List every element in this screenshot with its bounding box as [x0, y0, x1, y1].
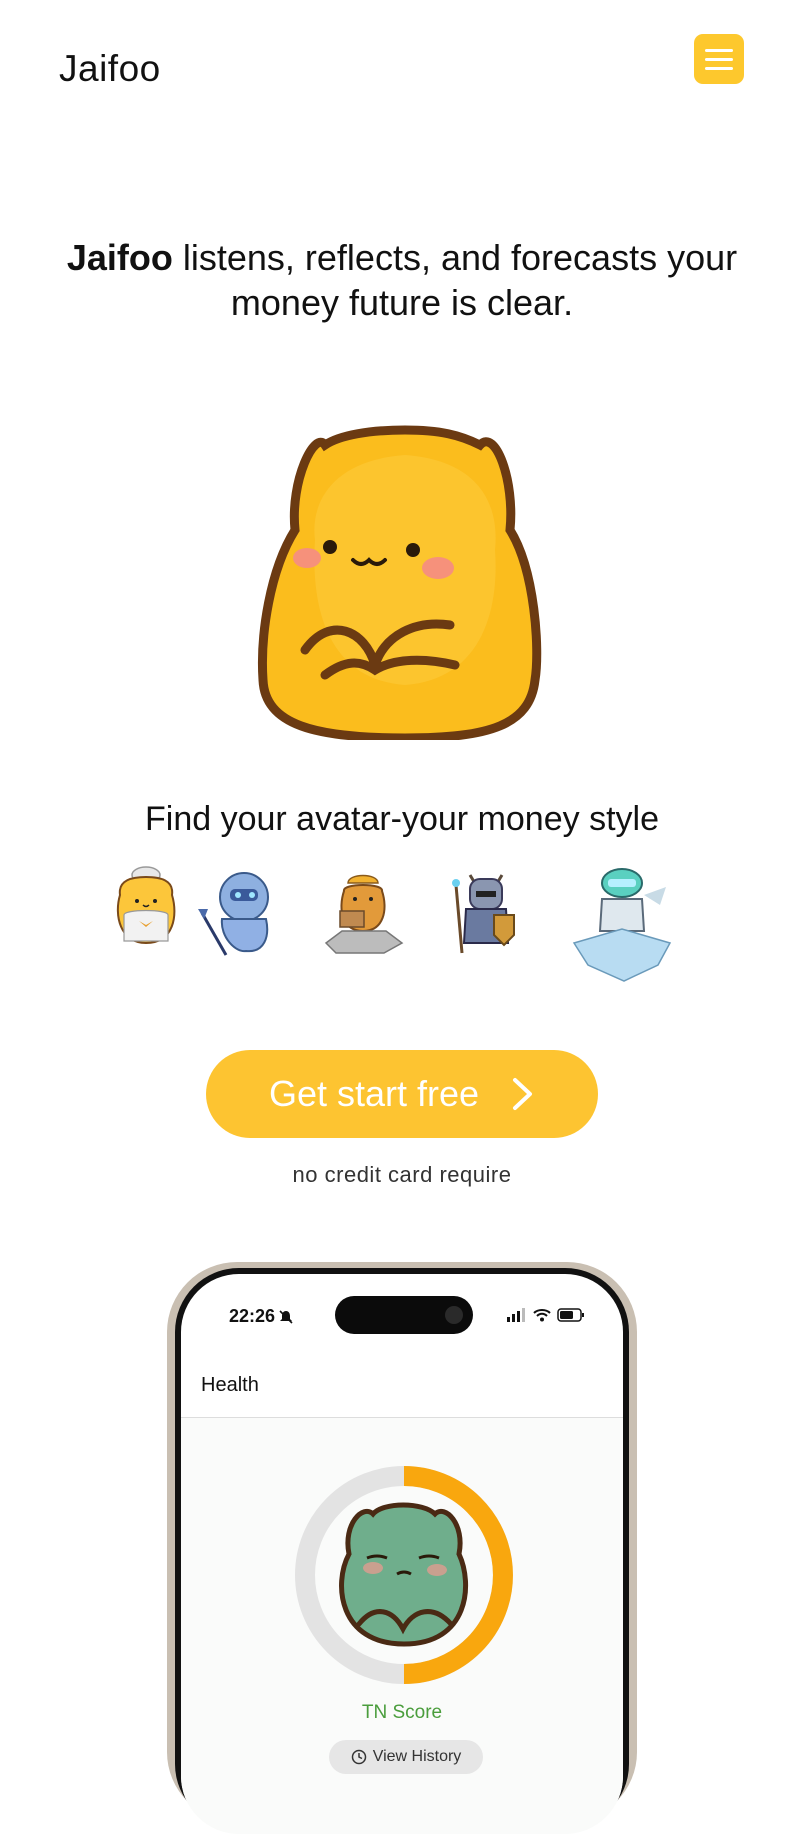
ice-robot-avatar[interactable]: [568, 865, 676, 983]
get-start-free-button[interactable]: Get start free: [206, 1050, 598, 1138]
phone-bezel: 22:26 Health TN Score View History: [175, 1268, 629, 1834]
avatar-row: [0, 865, 804, 985]
cellular-signal-icon: [507, 1308, 525, 1322]
hamburger-menu-icon: [705, 48, 733, 52]
camera-icon: [445, 1306, 463, 1324]
menu-button[interactable]: [694, 34, 744, 84]
chevron-right-icon: [513, 1078, 533, 1110]
avatar-section-title: Find your avatar-your money style: [145, 800, 659, 838]
chef-cat-avatar[interactable]: [112, 865, 180, 947]
app-page-title: Health: [201, 1374, 259, 1396]
wifi-icon: [533, 1309, 551, 1322]
headline-text: listens, reflects, and forecasts your mo…: [172, 237, 738, 323]
no-credit-card-note: no credit card require: [292, 1162, 512, 1187]
yellow-cat-mascot: [258, 425, 542, 740]
builder-cat-avatar[interactable]: [322, 869, 406, 955]
tn-score-label: TN Score: [361, 1702, 443, 1723]
robot-knight-avatar[interactable]: [196, 867, 282, 957]
battery-icon: [557, 1308, 584, 1322]
green-cat-avatar: [339, 1502, 469, 1647]
headline-brand: Jaifoo: [66, 237, 173, 278]
header: Jaifoo: [0, 0, 804, 130]
tn-score-ring: [295, 1466, 513, 1684]
status-icons: [507, 1308, 585, 1322]
brand-logo[interactable]: Jaifoo: [59, 48, 161, 90]
hero-headline: Jaifoo listens, reflects, and forecasts …: [40, 235, 764, 325]
view-history-button[interactable]: View History: [329, 1740, 483, 1774]
clock-icon: [351, 1749, 366, 1765]
phone-screen: 22:26 Health TN Score View History: [181, 1274, 623, 1834]
status-bar-time: 22:26: [229, 1306, 293, 1327]
armored-knight-avatar[interactable]: [448, 865, 524, 959]
phone-mockup: 22:26 Health TN Score View History: [167, 1262, 637, 1834]
dynamic-island: [335, 1296, 473, 1334]
cta-label: Get start free: [268, 1073, 480, 1114]
bell-muted-icon: [279, 1309, 293, 1324]
